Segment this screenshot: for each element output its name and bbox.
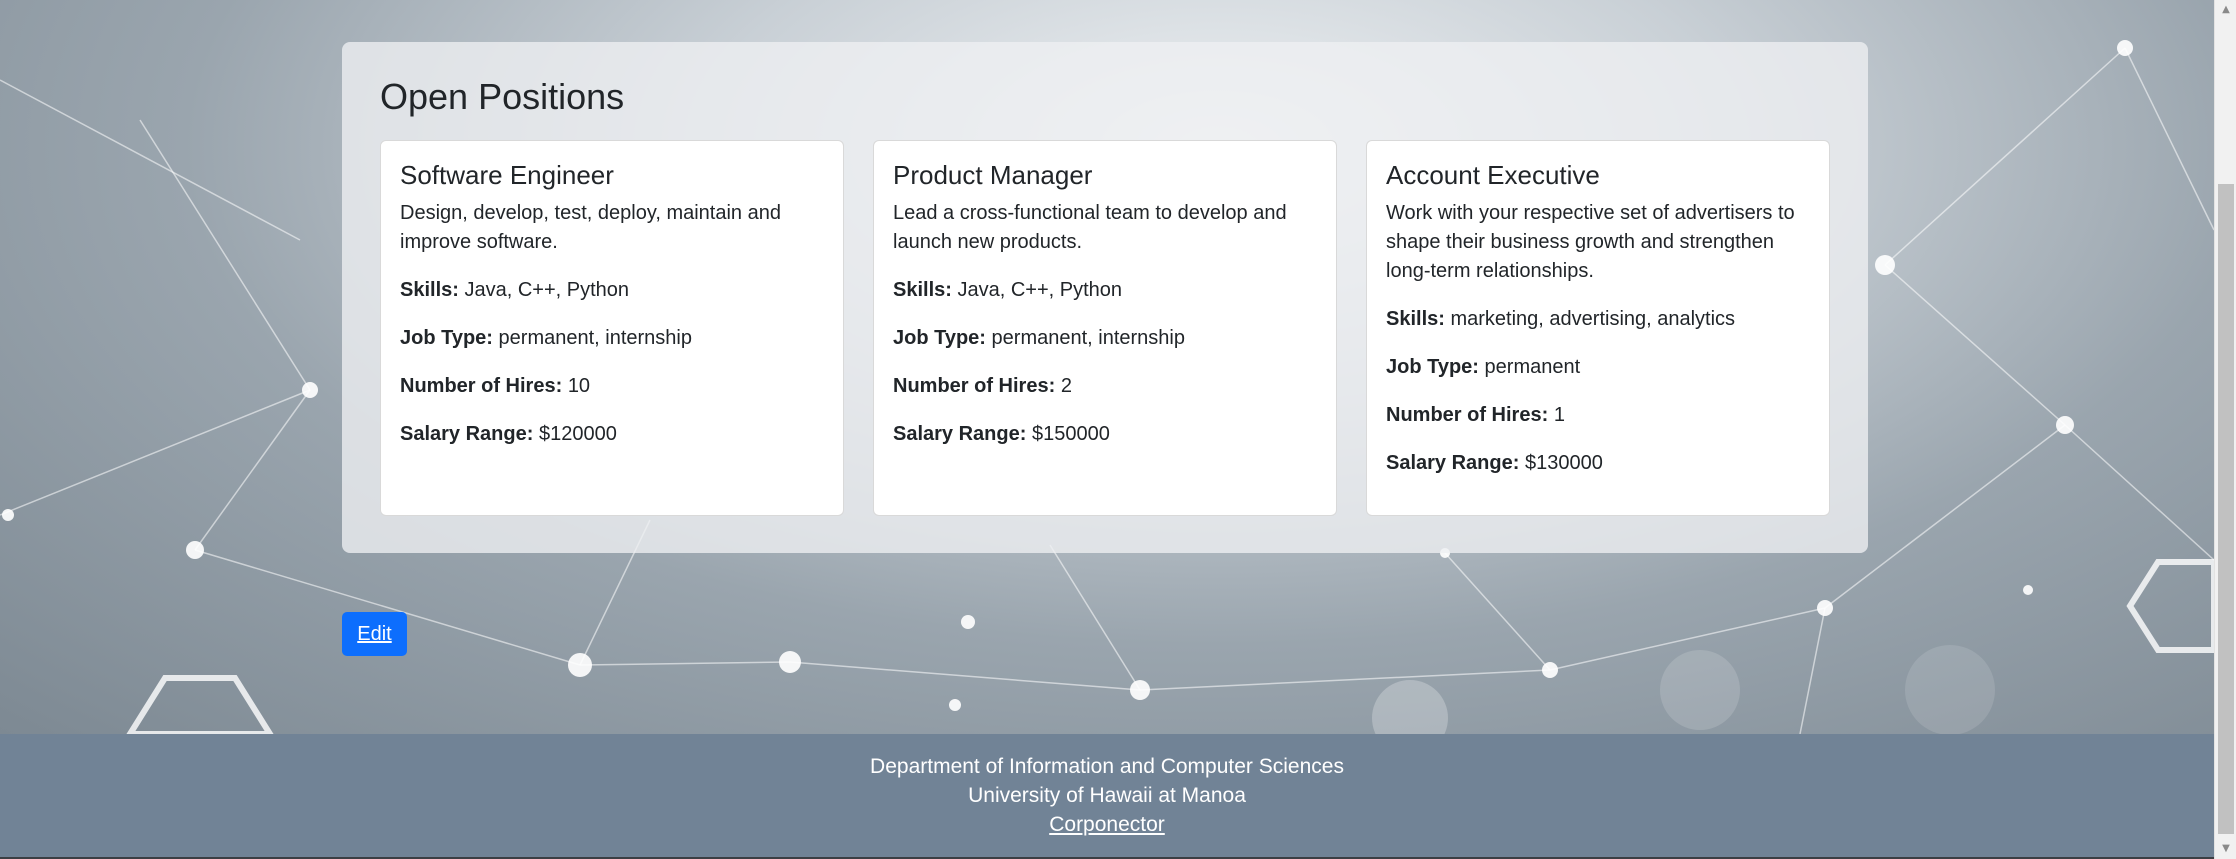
scrollbar-thumb[interactable] — [2218, 184, 2234, 834]
position-title: Account Executive — [1386, 160, 1600, 190]
position-job-type: Job Type: permanent, internship — [400, 324, 824, 353]
position-description: Work with your respective set of adverti… — [1386, 202, 1795, 282]
skills-label: Skills: — [893, 279, 952, 301]
salary-value: $120000 — [538, 423, 617, 445]
position-description: Design, develop, test, deploy, maintain … — [400, 202, 781, 253]
job-type-label: Job Type: — [1386, 356, 1479, 378]
page-title: Open Positions — [380, 76, 625, 117]
position-hires: Number of Hires: 10 — [400, 372, 824, 401]
position-hires: Number of Hires: 2 — [893, 372, 1317, 401]
salary-value: $150000 — [1031, 423, 1110, 445]
position-title: Software Engineer — [400, 160, 614, 190]
job-type-label: Job Type: — [893, 327, 986, 349]
position-skills: Skills: Java, C++, Python — [893, 276, 1317, 305]
skills-value: Java, C++, Python — [464, 279, 630, 301]
footer-department: Department of Information and Computer S… — [870, 755, 1344, 778]
hires-value: 1 — [1553, 404, 1565, 426]
scroll-down-icon[interactable]: ▼ — [2215, 839, 2236, 859]
open-positions-panel: Open Positions Software Engineer Design,… — [342, 42, 1868, 553]
site-footer: Department of Information and Computer S… — [0, 734, 2214, 859]
salary-label: Salary Range: — [893, 423, 1027, 445]
hires-label: Number of Hires: — [1386, 404, 1549, 426]
position-card-account-executive: Account Executive Work with your respect… — [1366, 140, 1830, 516]
position-skills: Skills: Java, C++, Python — [400, 276, 824, 305]
hires-label: Number of Hires: — [400, 375, 563, 397]
hires-value: 2 — [1060, 375, 1072, 397]
scroll-up-icon[interactable]: ▲ — [2215, 0, 2236, 20]
footer-corponector-link[interactable]: Corponector — [1049, 813, 1165, 836]
position-salary: Salary Range: $150000 — [893, 420, 1317, 449]
position-job-type: Job Type: permanent — [1386, 353, 1810, 382]
position-card-product-manager: Product Manager Lead a cross-functional … — [873, 140, 1337, 516]
hires-label: Number of Hires: — [893, 375, 1056, 397]
job-type-value: permanent — [1484, 356, 1581, 378]
position-description: Lead a cross-functional team to develop … — [893, 202, 1287, 253]
salary-value: $130000 — [1524, 452, 1603, 474]
job-type-value: permanent, internship — [498, 327, 692, 349]
skills-label: Skills: — [1386, 308, 1445, 330]
position-salary: Salary Range: $130000 — [1386, 449, 1810, 478]
vertical-scrollbar[interactable]: ▲ ▼ — [2214, 0, 2236, 859]
edit-button[interactable]: Edit — [342, 612, 407, 656]
position-hires: Number of Hires: 1 — [1386, 401, 1810, 430]
skills-value: marketing, advertising, analytics — [1450, 308, 1736, 330]
salary-label: Salary Range: — [1386, 452, 1520, 474]
salary-label: Salary Range: — [400, 423, 534, 445]
position-salary: Salary Range: $120000 — [400, 420, 824, 449]
footer-university: University of Hawaii at Manoa — [968, 784, 1246, 807]
position-job-type: Job Type: permanent, internship — [893, 324, 1317, 353]
job-type-label: Job Type: — [400, 327, 493, 349]
skills-value: Java, C++, Python — [957, 279, 1123, 301]
position-skills: Skills: marketing, advertising, analytic… — [1386, 305, 1810, 334]
hires-value: 10 — [567, 375, 591, 397]
job-type-value: permanent, internship — [991, 327, 1185, 349]
skills-label: Skills: — [400, 279, 459, 301]
position-title: Product Manager — [893, 160, 1093, 190]
position-card-software-engineer: Software Engineer Design, develop, test,… — [380, 140, 844, 516]
